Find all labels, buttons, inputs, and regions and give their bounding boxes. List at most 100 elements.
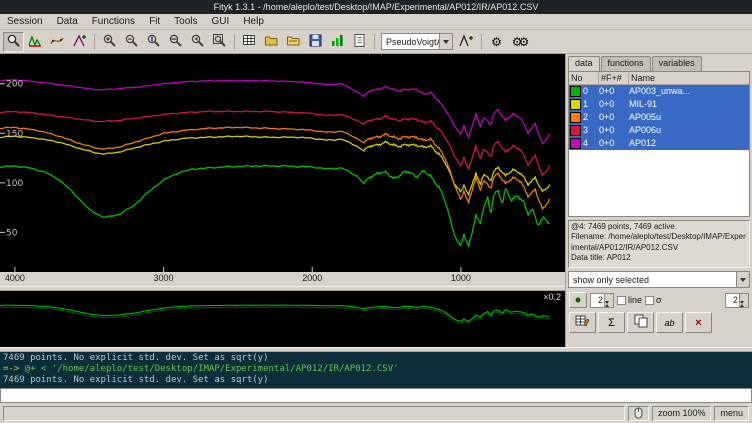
column-header-no[interactable]: No bbox=[569, 72, 599, 84]
row-number: 0 bbox=[582, 85, 599, 98]
menu-help[interactable]: Help bbox=[236, 15, 271, 28]
page-icon bbox=[352, 33, 367, 50]
row-functions: 0+0 bbox=[599, 98, 629, 111]
data-sum-button[interactable]: Σ bbox=[598, 312, 625, 333]
aux-scale-label: ×0.2 bbox=[543, 292, 561, 302]
title-bar[interactable]: Fityk 1.3.1 - /home/aleplo/test/Desktop/… bbox=[0, 0, 752, 14]
point-style-button[interactable] bbox=[569, 292, 587, 308]
show-filter-value: show only selected bbox=[569, 275, 736, 285]
menu-data[interactable]: Data bbox=[50, 15, 85, 28]
plot-style-controls: 2 line σ 2 bbox=[566, 290, 752, 310]
menu-fit[interactable]: Fit bbox=[142, 15, 167, 28]
export-image-button[interactable] bbox=[327, 32, 348, 52]
mode-peak-button[interactable] bbox=[69, 32, 90, 52]
baseline-icon bbox=[50, 33, 65, 50]
add-function-button[interactable] bbox=[456, 32, 477, 52]
data-table-button[interactable] bbox=[239, 32, 260, 52]
console-line: 7469 points. No explicit std. dev. Set a… bbox=[3, 375, 749, 386]
console-line: 7469 points. No explicit std. dev. Set a… bbox=[3, 353, 749, 364]
zoom-previous-button[interactable] bbox=[187, 32, 208, 52]
status-menu[interactable]: menu bbox=[714, 406, 749, 421]
point-size-spinner[interactable]: 2 bbox=[590, 293, 614, 308]
row-functions: 0+0 bbox=[599, 124, 629, 137]
folder-open-icon bbox=[286, 33, 301, 50]
row-name: AP005u bbox=[629, 111, 749, 124]
column-header-functions[interactable]: #F+# bbox=[599, 72, 629, 84]
point-icon bbox=[573, 295, 583, 305]
show-filter-select[interactable]: show only selected bbox=[568, 271, 750, 288]
color-swatch[interactable] bbox=[570, 99, 581, 110]
zoom-all-button[interactable] bbox=[209, 32, 230, 52]
data-actions: Σ ab × bbox=[566, 310, 752, 335]
gear-icon: ⚙ bbox=[491, 36, 502, 48]
zoom-out-button[interactable] bbox=[121, 32, 142, 52]
command-input[interactable] bbox=[1, 389, 751, 402]
zoom-horizontal-button[interactable] bbox=[165, 32, 186, 52]
peak-plus-icon bbox=[459, 33, 474, 50]
x-tick-label: 1000 bbox=[451, 273, 471, 283]
menu-gui[interactable]: GUI bbox=[205, 15, 237, 28]
magnifier-icon bbox=[6, 33, 21, 50]
point-size-value: 2 bbox=[591, 294, 604, 307]
row-number: 4 bbox=[582, 137, 599, 150]
color-swatch[interactable] bbox=[570, 112, 581, 123]
main-plot-svg: 20015010050 bbox=[0, 54, 565, 272]
shift-spinner[interactable]: 2 bbox=[725, 293, 749, 308]
column-header-name[interactable]: Name bbox=[629, 72, 749, 84]
checkbox-box[interactable] bbox=[617, 296, 626, 305]
data-rename-button[interactable]: ab bbox=[656, 312, 683, 333]
chevron-down-icon[interactable] bbox=[736, 272, 749, 287]
table-row[interactable]: 4 0+0 AP012 bbox=[569, 137, 749, 150]
data-delete-button[interactable]: × bbox=[685, 312, 712, 333]
chart-icon bbox=[330, 33, 345, 50]
table-row[interactable]: 1 0+0 MIL-91 bbox=[569, 98, 749, 111]
fit-run-button[interactable]: ⚙ bbox=[486, 32, 507, 52]
tab-data[interactable]: data bbox=[568, 56, 600, 71]
open-data-button[interactable] bbox=[261, 32, 282, 52]
sigma-checkbox[interactable]: σ bbox=[645, 295, 662, 305]
menu-tools[interactable]: Tools bbox=[167, 15, 204, 28]
tab-functions[interactable]: functions bbox=[601, 56, 651, 71]
tab-variables[interactable]: variables bbox=[652, 56, 702, 71]
checkbox-box[interactable] bbox=[645, 296, 654, 305]
color-swatch[interactable] bbox=[570, 138, 581, 149]
log-button[interactable] bbox=[349, 32, 370, 52]
zoom-in-button[interactable] bbox=[99, 32, 120, 52]
data-list: No #F+# Name 0 0+0 AP003_unwa... 1 0+0 M… bbox=[568, 71, 750, 217]
open-session-button[interactable] bbox=[283, 32, 304, 52]
x-axis: 4000300020001000 bbox=[0, 272, 565, 286]
console-line: =-> @+ < '/home/aleplo/test/Desktop/IMAP… bbox=[3, 364, 749, 375]
chevron-down-icon[interactable] bbox=[439, 34, 452, 49]
color-swatch[interactable] bbox=[570, 125, 581, 136]
menu-functions[interactable]: Functions bbox=[85, 15, 142, 28]
mode-baseline-button[interactable] bbox=[47, 32, 68, 52]
mouse-hint-field bbox=[628, 406, 649, 421]
mouse-icon bbox=[634, 407, 643, 419]
function-type-select[interactable]: PseudoVoigtA bbox=[381, 33, 453, 50]
svg-text:50: 50 bbox=[6, 228, 18, 238]
color-swatch[interactable] bbox=[570, 86, 581, 97]
zoom-vertical-button[interactable] bbox=[143, 32, 164, 52]
mode-range-button[interactable] bbox=[25, 32, 46, 52]
table-row[interactable]: 2 0+0 AP005u bbox=[569, 111, 749, 124]
table-row[interactable]: 0 0+0 AP003_unwa... bbox=[569, 85, 749, 98]
main-plot[interactable]: 20015010050 bbox=[0, 54, 565, 272]
data-edit-button[interactable] bbox=[569, 312, 596, 333]
output-console[interactable]: 7469 points. No explicit std. dev. Set a… bbox=[0, 352, 752, 388]
status-zoom[interactable]: zoom 100% bbox=[652, 406, 712, 421]
data-copy-button[interactable] bbox=[627, 312, 654, 333]
row-functions: 0+0 bbox=[599, 85, 629, 98]
fit-settings-button[interactable]: ⚙⚙ bbox=[508, 32, 529, 52]
mode-zoom-button[interactable] bbox=[3, 32, 24, 52]
row-number: 2 bbox=[582, 111, 599, 124]
menu-session[interactable]: Session bbox=[0, 15, 50, 28]
line-checkbox[interactable]: line bbox=[617, 295, 642, 305]
plot-column: 20015010050 4000300020001000 ×0.2 bbox=[0, 54, 565, 347]
table-row[interactable]: 3 0+0 AP006u bbox=[569, 124, 749, 137]
console-prompt: =-> bbox=[3, 364, 19, 374]
data-range-icon bbox=[28, 33, 43, 50]
save-session-button[interactable] bbox=[305, 32, 326, 52]
toolbar-separator bbox=[94, 34, 95, 50]
auxiliary-plot[interactable]: ×0.2 bbox=[0, 291, 565, 347]
console-output-text: 7469 points. No explicit std. dev. Set a… bbox=[3, 353, 269, 363]
